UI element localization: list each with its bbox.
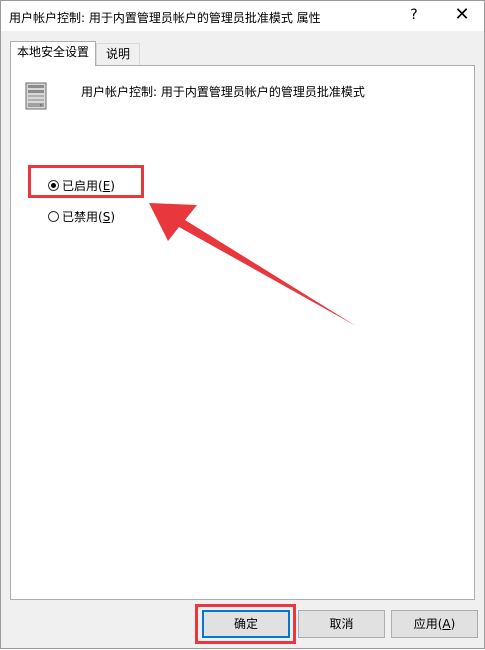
enabled-label: 已启用(E) <box>62 179 115 193</box>
disabled-radio-option[interactable]: 已禁用(S) <box>48 208 115 225</box>
ok-button[interactable]: 确定 <box>202 610 290 638</box>
tab-explain[interactable]: 说明 <box>96 43 140 65</box>
tab-local-security-setting[interactable]: 本地安全设置 <box>10 41 96 66</box>
enabled-radio[interactable] <box>48 180 59 191</box>
apply-label: 应用(A) <box>413 617 456 631</box>
title-bar: 用户帐户控制: 用于内置管理员帐户的管理员批准模式 属性 ? ✕ <box>1 1 484 31</box>
apply-button[interactable]: 应用(A) <box>391 610 478 638</box>
server-computer-icon <box>25 82 47 110</box>
close-button[interactable]: ✕ <box>440 1 484 31</box>
tab-label: 本地安全设置 <box>16 45 89 59</box>
cancel-button[interactable]: 取消 <box>298 610 385 638</box>
tab-label: 说明 <box>105 47 130 61</box>
window-title: 用户帐户控制: 用于内置管理员帐户的管理员批准模式 属性 <box>9 11 321 25</box>
properties-dialog: 用户帐户控制: 用于内置管理员帐户的管理员批准模式 属性 ? ✕ 本地安全设置 … <box>0 0 485 649</box>
disabled-label: 已禁用(S) <box>62 210 115 224</box>
disabled-radio[interactable] <box>48 211 59 222</box>
tab-panel: 用户帐户控制: 用于内置管理员帐户的管理员批准模式 已启用(E) 已禁用(S) <box>10 65 475 600</box>
policy-title: 用户帐户控制: 用于内置管理员帐户的管理员批准模式 <box>81 85 365 99</box>
ok-label: 确定 <box>233 617 258 631</box>
help-button[interactable]: ? <box>402 1 426 31</box>
enabled-radio-option[interactable]: 已启用(E) <box>48 177 115 194</box>
cancel-label: 取消 <box>329 617 354 631</box>
